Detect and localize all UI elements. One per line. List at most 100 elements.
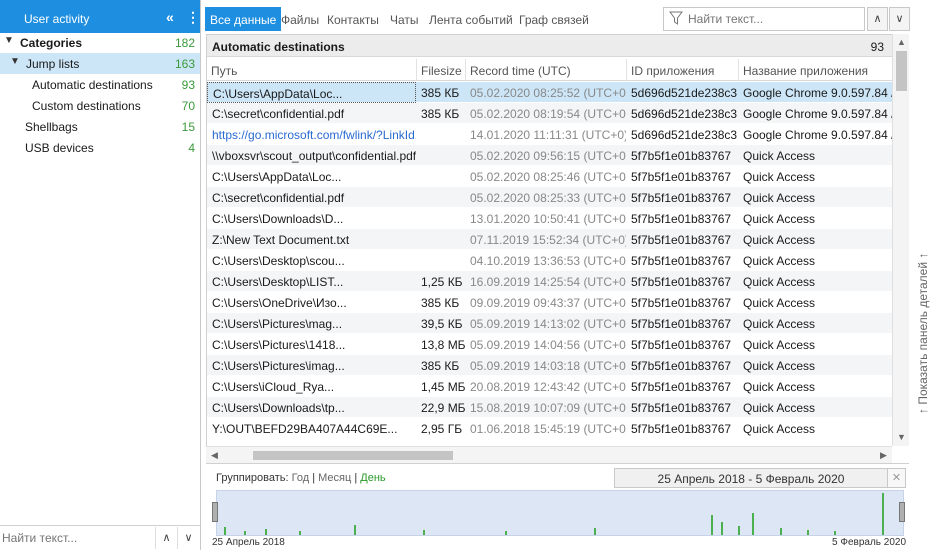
table-row[interactable]: C:\Users\Desktop\scou... 04.10.2019 13:36… [207, 250, 892, 271]
table-row[interactable]: C:\Users\Desktop\LIST... 1,25 КБ 16.09.201… [207, 271, 892, 292]
timeline-bar [721, 521, 724, 535]
group-by-year[interactable]: Год [292, 472, 310, 484]
column-header-row: Путь Filesize Record time (UTC) ID прило… [207, 59, 892, 81]
cell-time: 05.02.2020 09:56:15 (UTC+0) [470, 149, 626, 163]
cell-app: Quick Access [743, 170, 816, 184]
cell-app: Quick Access [743, 317, 816, 331]
table-row[interactable]: C:\Users\OneDrive\Изо... 385 КБ 09.09.2019… [207, 292, 892, 313]
tab-link-graph[interactable]: Граф связей [519, 7, 589, 31]
table-row[interactable]: C:\Users\iCloud_Rya... 1,45 МБ 20.08.2019 … [207, 376, 892, 397]
table-row[interactable]: C:\secret\confidential.pdf 05.02.2020 08:… [207, 187, 892, 208]
cell-size: 385 КБ [421, 107, 460, 121]
table-row[interactable]: C:\Users\Pictures\imag... 385 КБ 05.09.201… [207, 355, 892, 376]
cell-app: Quick Access [743, 233, 816, 247]
cell-time: 05.02.2020 08:25:46 (UTC+0) [470, 170, 626, 184]
tab-contacts[interactable]: Контакты [327, 7, 379, 31]
table-row[interactable]: Y:\OUT\BEFD29BA407A44C69E... 2,95 ГБ 01.06… [207, 418, 892, 439]
table-row[interactable]: C:\Users\AppData\Loc... 05.02.2020 08:25:… [207, 166, 892, 187]
search-prev-button[interactable]: ∧ [867, 7, 888, 31]
table-row[interactable]: Z:\New Text Document.txt 07.11.2019 15:52… [207, 229, 892, 250]
table-row[interactable]: C:\Users\Downloads\tp... 22,9 МБ 15.08.201… [207, 397, 892, 418]
cell-size: 1,25 КБ [421, 275, 463, 289]
scroll-up-icon[interactable]: ▲ [893, 34, 910, 51]
cell-time: 01.06.2018 15:45:19 (UTC+0) [470, 422, 626, 436]
cell-size [416, 250, 465, 271]
more-menu-icon[interactable]: ⋮ [186, 9, 200, 26]
search-next-icon[interactable]: ∨ [177, 527, 199, 549]
search-next-button[interactable]: ∨ [889, 7, 910, 31]
table-row[interactable]: \\vboxsvr\scout_output\confidential.pdf 0… [207, 145, 892, 166]
cell-path: C:\Users\Pictures\mag... [212, 317, 343, 331]
scroll-left-icon[interactable]: ◀ [206, 447, 223, 464]
search-input[interactable] [688, 11, 858, 27]
column-header-app-name[interactable]: Название приложения [738, 59, 892, 81]
cell-time: 15.08.2019 10:07:09 (UTC+0) [470, 401, 626, 415]
cell-size: 2,95 ГБ [421, 422, 463, 436]
cell-path: \\vboxsvr\scout_output\confidential.pdf [212, 149, 416, 163]
filter-icon[interactable] [669, 11, 683, 25]
table-row[interactable]: C:\Users\AppData\Loc... 385 КБ 05.02.2020 … [207, 82, 892, 103]
column-header-app-id[interactable]: ID приложения [626, 59, 738, 81]
table-row[interactable]: C:\Users\Pictures\1418... 13,8 МБ 05.09.20… [207, 334, 892, 355]
scroll-thumb-horizontal[interactable] [253, 451, 453, 460]
cell-path: C:\Users\Pictures\1418... [212, 338, 346, 352]
chevron-down-icon[interactable]: ▼ [10, 56, 20, 67]
cell-appid: 5f7b5f1e01b83767 [631, 338, 732, 352]
tab-bar: Все данные Файлы Контакты Чаты Лента соб… [205, 7, 910, 33]
table-row[interactable]: C:\secret\confidential.pdf 385 КБ 05.02.20… [207, 103, 892, 124]
timeline-bar [223, 527, 226, 535]
scroll-thumb[interactable] [896, 51, 907, 91]
cell-app: Google Chrome 9.0.597.84 / 12 [743, 128, 892, 142]
tree-item-jump-lists[interactable]: ▼ Jump lists 163 [0, 53, 200, 74]
tab-chats[interactable]: Чаты [390, 7, 419, 31]
sidebar-search-input[interactable] [2, 529, 152, 547]
tree-item-usb-devices[interactable]: USB devices 4 [0, 137, 200, 158]
details-panel-toggle[interactable]: ↑ Показать панель деталей ↑ [910, 34, 932, 550]
group-header[interactable]: Automatic destinations 93 [207, 35, 892, 57]
tree-item-custom-destinations[interactable]: Custom destinations 70 [0, 95, 200, 116]
collapse-icon[interactable]: « [166, 9, 174, 25]
timeline-bar [265, 528, 268, 535]
group-by-month[interactable]: Месяц [318, 472, 351, 484]
tree-item-automatic-destinations[interactable]: Automatic destinations 93 [0, 74, 200, 95]
timeline-end-label: 5 Февраль 2020 [832, 537, 907, 548]
vertical-scrollbar[interactable]: ▲ ▼ [892, 34, 909, 446]
cell-size: 385 КБ [421, 86, 460, 100]
cell-path: C:\secret\confidential.pdf [212, 191, 345, 205]
group-by-label: Группировать: [216, 472, 289, 484]
table-row[interactable]: C:\Users\Downloads\D... 13.01.2020 10:50:… [207, 208, 892, 229]
date-range[interactable]: 25 Апрель 2018 - 5 Февраль 2020 [614, 468, 888, 488]
horizontal-scrollbar[interactable]: ◀ ▶ [206, 446, 892, 463]
tree-item-categories[interactable]: ▼ Categories 182 [0, 32, 200, 53]
cell-app: Quick Access [743, 401, 816, 415]
column-header-record-time[interactable]: Record time (UTC) [465, 59, 626, 81]
chevron-down-icon[interactable]: ▼ [4, 35, 14, 46]
tree-item-label: Categories [20, 36, 83, 50]
tab-event-feed[interactable]: Лента событий [429, 7, 513, 31]
cell-appid: 5d696d521de238c3 [631, 86, 738, 100]
cell-app: Quick Access [743, 296, 816, 310]
search-prev-icon[interactable]: ∧ [155, 527, 177, 549]
range-start-handle[interactable] [212, 502, 218, 522]
sidebar-search: ∧ ∨ [0, 525, 200, 550]
scroll-down-icon[interactable]: ▼ [893, 429, 910, 446]
sidebar-header[interactable]: User activity « ⋮ [0, 0, 200, 33]
tab-files[interactable]: Файлы [281, 7, 319, 31]
table-row[interactable]: https://go.microsoft.com/fwlink/?LinkId.… [207, 124, 892, 145]
cell-appid: 5f7b5f1e01b83767 [631, 317, 732, 331]
timeline-bar [779, 528, 782, 535]
range-end-handle[interactable] [899, 502, 905, 522]
column-header-filesize[interactable]: Filesize [416, 59, 465, 81]
tab-all-data[interactable]: Все данные [205, 7, 282, 31]
tree-item-shellbags[interactable]: Shellbags 15 [0, 116, 200, 137]
tree-item-count: 15 [181, 120, 195, 134]
cell-app: Quick Access [743, 338, 816, 352]
timeline-chart[interactable] [216, 490, 904, 536]
close-icon[interactable]: ✕ [888, 468, 906, 488]
table-row[interactable]: C:\Users\Pictures\mag... 39,5 КБ 05.09.201… [207, 313, 892, 334]
cell-path: C:\Users\Desktop\scou... [212, 254, 345, 268]
group-by-day[interactable]: День [360, 472, 385, 484]
tree-item-count: 163 [174, 57, 195, 71]
scroll-right-icon[interactable]: ▶ [875, 447, 892, 464]
column-header-path[interactable]: Путь [207, 59, 416, 81]
